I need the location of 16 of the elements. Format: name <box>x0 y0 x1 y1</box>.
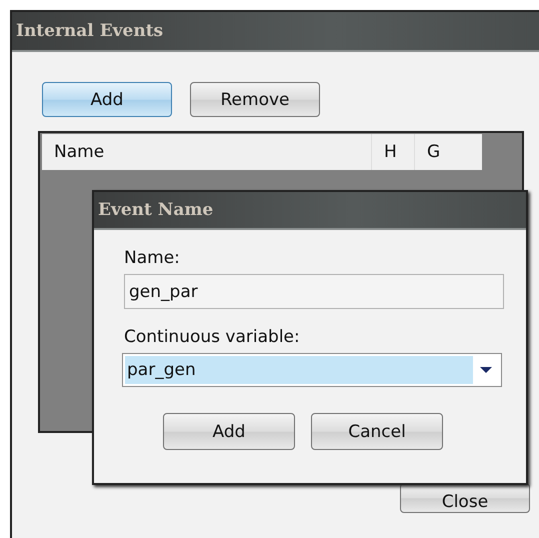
column-header[interactable]: Name <box>42 134 372 170</box>
close-button[interactable]: Close <box>400 483 530 513</box>
name-field[interactable]: gen_par <box>124 274 504 309</box>
column-header[interactable]: H <box>372 134 415 170</box>
dialog-title: Event Name <box>98 200 214 220</box>
cancel-button[interactable]: Cancel <box>311 413 443 450</box>
field-label: Name: <box>124 248 181 268</box>
remove-button[interactable]: Remove <box>190 82 320 117</box>
field-label: Continuous variable: <box>124 327 301 347</box>
dropdown-arrow-icon[interactable] <box>479 366 493 374</box>
column-header[interactable]: G <box>415 134 482 170</box>
variable-dropdown[interactable]: par_gen <box>122 353 502 387</box>
dropdown-value: par_gen <box>125 356 473 384</box>
add-button[interactable]: Add <box>42 82 172 117</box>
window-title: Internal Events <box>16 21 164 41</box>
add-button[interactable]: Add <box>163 413 295 450</box>
